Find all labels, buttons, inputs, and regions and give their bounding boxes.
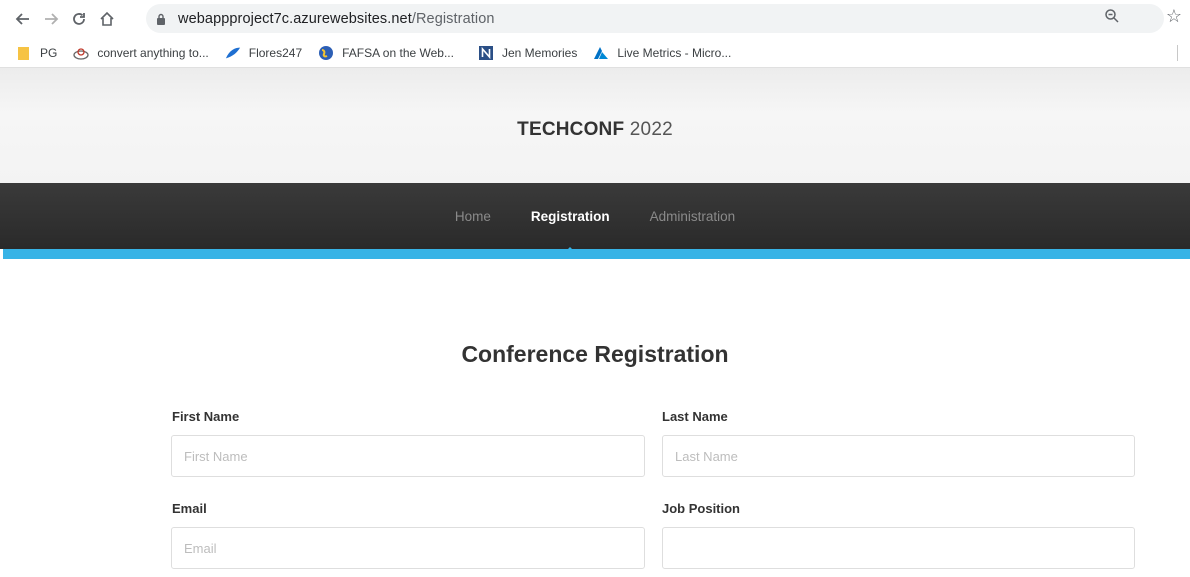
- nav-administration[interactable]: Administration: [650, 209, 736, 224]
- back-arrow-icon: [15, 13, 29, 25]
- nav-home[interactable]: Home: [455, 209, 491, 224]
- back-button[interactable]: [10, 6, 36, 32]
- last-name-label: Last Name: [662, 409, 728, 424]
- bookmark-pg[interactable]: PG: [16, 45, 57, 61]
- bookmark-star-icon[interactable]: ☆: [1166, 6, 1182, 27]
- email-field[interactable]: [171, 527, 645, 569]
- reload-icon: [73, 13, 85, 25]
- forward-arrow-icon: [45, 13, 59, 25]
- job-position-input[interactable]: [675, 540, 1134, 556]
- last-name-input[interactable]: [675, 448, 1134, 464]
- bookmarks-divider: [1177, 45, 1178, 61]
- bookmark-label: Flores247: [248, 45, 303, 60]
- bookmark-convert[interactable]: convert anything to...: [73, 45, 209, 61]
- reload-button[interactable]: [66, 6, 92, 32]
- bookmark-fafsa[interactable]: FAFSA on the Web...: [318, 45, 454, 61]
- globe-icon: [318, 45, 334, 61]
- nav-registration[interactable]: Registration: [530, 208, 610, 254]
- bookmark-label: convert anything to...: [97, 45, 209, 60]
- job-position-label: Job Position: [662, 501, 740, 516]
- accent-bar: [3, 249, 1190, 259]
- site-nav: Home Registration Administration: [0, 183, 1190, 254]
- page-title: Conference Registration: [461, 341, 729, 367]
- address-bar[interactable]: webappproject7c.azurewebsites.net/Regist…: [146, 4, 1164, 33]
- bookmark-live-metrics[interactable]: Live Metrics - Micro...: [593, 45, 731, 61]
- first-name-label: First Name: [172, 409, 240, 424]
- home-button[interactable]: [94, 6, 120, 32]
- bookmark-label: FAFSA on the Web...: [342, 45, 454, 60]
- first-name-field[interactable]: [171, 435, 645, 477]
- bookmark-jen-memories[interactable]: Jen Memories: [478, 45, 577, 61]
- leaf-icon: [225, 45, 241, 61]
- bookmarks-bar: PG convert anything to... Flores247 FAFS…: [0, 38, 1190, 68]
- brand-name: TECHCONF: [517, 118, 625, 140]
- folder-icon: [16, 45, 32, 61]
- nav-registration-label: Registration: [530, 208, 610, 224]
- home-icon: [100, 11, 114, 26]
- brand-year: 2022: [629, 118, 673, 140]
- active-nav-indicator: [563, 246, 578, 254]
- email-input[interactable]: [184, 540, 644, 556]
- zoom-icon[interactable]: [1104, 8, 1120, 29]
- url-text: webappproject7c.azurewebsites.net/Regist…: [178, 10, 495, 27]
- forward-button[interactable]: [38, 6, 64, 32]
- bookmark-label: Live Metrics - Micro...: [617, 45, 732, 60]
- convert-site-icon: [73, 45, 89, 61]
- site-brand[interactable]: TECHCONF 2022: [517, 119, 673, 141]
- bookmark-label: PG: [40, 45, 58, 60]
- lock-icon: [154, 12, 168, 26]
- site-header: TECHCONF 2022: [0, 68, 1190, 183]
- bookmark-label: Jen Memories: [501, 45, 578, 60]
- bookmark-flores247[interactable]: Flores247: [225, 45, 302, 61]
- registration-form: Conference Registration First Name Last …: [0, 259, 1190, 577]
- notion-icon: [478, 45, 494, 61]
- browser-toolbar: webappproject7c.azurewebsites.net/Regist…: [0, 0, 1190, 38]
- email-label: Email: [172, 501, 207, 516]
- azure-icon: [593, 45, 609, 61]
- first-name-input[interactable]: [184, 448, 644, 464]
- job-position-field[interactable]: [662, 527, 1135, 569]
- last-name-field[interactable]: [662, 435, 1135, 477]
